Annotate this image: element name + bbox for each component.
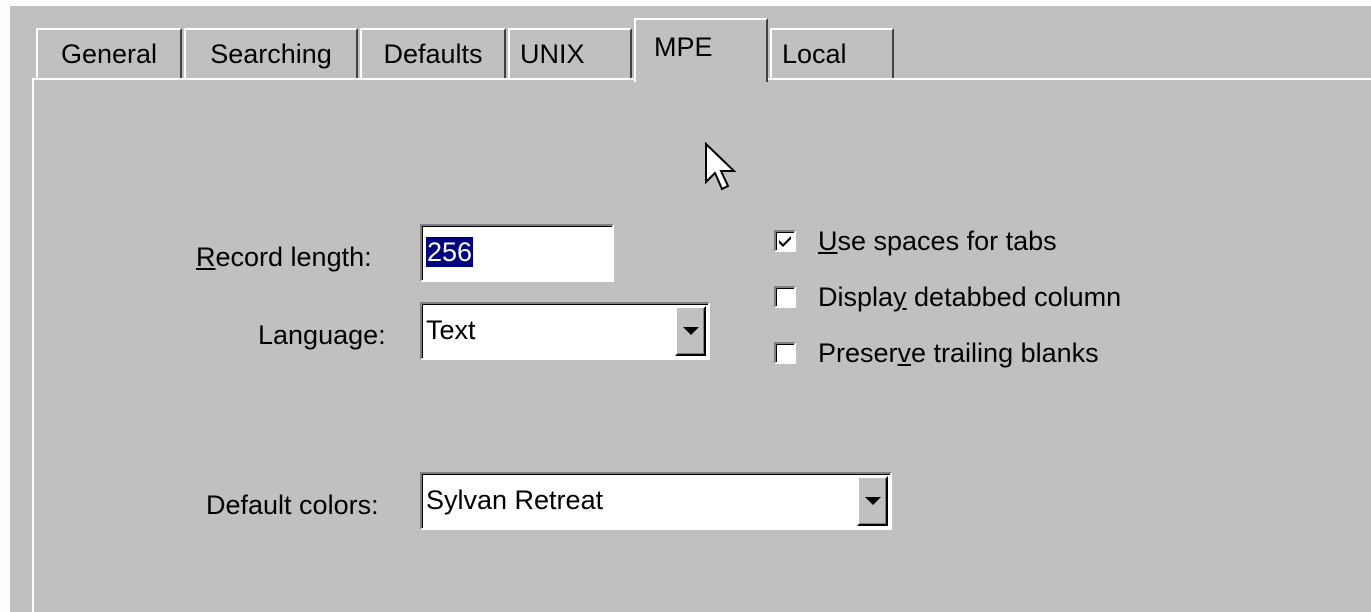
default-colors-dropdown-button[interactable] [857, 476, 888, 526]
record-length-value: 256 [426, 237, 474, 267]
check-icon [779, 236, 791, 247]
tab-searching-label: Searching [210, 39, 332, 69]
tab-defaults[interactable]: Defaults [360, 28, 506, 80]
language-select[interactable]: Text [420, 302, 710, 360]
preserve-trailing-checkbox[interactable] [774, 342, 796, 364]
language-dropdown-button[interactable] [675, 306, 706, 356]
default-colors-select[interactable]: Sylvan Retreat [420, 472, 892, 530]
use-spaces-label[interactable]: Use spaces for tabs [818, 226, 1057, 257]
tab-mpe-label: MPE [654, 32, 713, 62]
tab-mpe[interactable]: MPE [634, 18, 768, 82]
use-spaces-mnemonic: U [818, 226, 838, 256]
language-value: Text [426, 315, 476, 345]
default-colors-value: Sylvan Retreat [426, 485, 604, 515]
default-colors-label: Default colors: [206, 490, 379, 521]
language-label: Language: [258, 320, 386, 351]
preserve-trailing-mnemonic: v [897, 338, 912, 368]
tab-local-label: Local [782, 39, 847, 69]
display-detabbed-checkbox[interactable] [774, 286, 796, 308]
display-detabbed-label[interactable]: Display detabbed column [818, 282, 1121, 313]
tab-defaults-label: Defaults [383, 39, 483, 69]
preserve-trailing-label-post: e trailing blanks [911, 338, 1099, 368]
options-dialog: General Searching Defaults UNIX MPE Loca… [8, 6, 1371, 612]
preserve-trailing-label[interactable]: Preserve trailing blanks [818, 338, 1099, 369]
chevron-down-icon [683, 327, 699, 335]
display-detabbed-mnemonic: y [893, 282, 907, 312]
record-length-mnemonic: R [196, 242, 216, 272]
display-detabbed-label-post: detabbed column [906, 282, 1122, 312]
tab-unix[interactable]: UNIX [508, 28, 632, 80]
default-colors-label-text: Default colors: [206, 490, 379, 520]
tab-local[interactable]: Local [770, 28, 894, 80]
record-length-input[interactable]: 256 [420, 224, 614, 282]
tab-general[interactable]: General [36, 28, 182, 80]
record-length-label: Record length: [196, 242, 372, 273]
preserve-trailing-label-pre: Preser [818, 338, 898, 368]
use-spaces-label-post: se spaces for tabs [837, 226, 1057, 256]
dialog-edge [8, 6, 10, 612]
use-spaces-checkbox[interactable] [774, 230, 796, 252]
record-length-label-post: ecord length: [215, 242, 372, 272]
display-detabbed-label-pre: Displa [818, 282, 894, 312]
tab-general-label: General [60, 39, 158, 69]
language-label-text: Language: [258, 320, 386, 350]
tab-unix-label: UNIX [520, 39, 585, 69]
mouse-pointer-icon [705, 142, 737, 191]
tab-searching[interactable]: Searching [184, 28, 358, 80]
chevron-down-icon [865, 497, 881, 505]
